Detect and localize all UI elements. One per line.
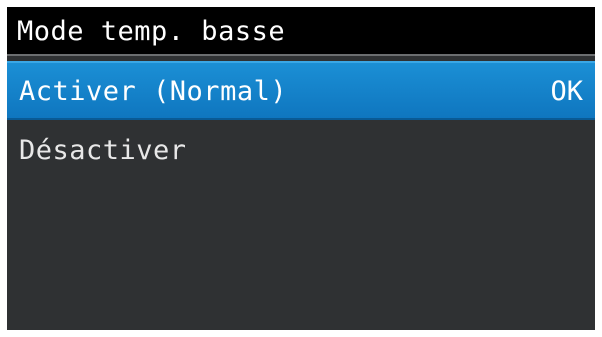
menu-item-label: Désactiver [19,135,187,166]
menu-item-desactiver[interactable]: Désactiver [7,120,595,179]
selected-status-label: OK [550,76,583,107]
title-bar: Mode temp. basse [7,7,595,56]
screen-title: Mode temp. basse [17,16,286,47]
lcd-screen: Mode temp. basse Activer (Normal) OK Dés… [7,7,595,330]
menu-item-label: Activer (Normal) [19,76,288,107]
menu-item-activer-normal[interactable]: Activer (Normal) OK [7,61,595,120]
